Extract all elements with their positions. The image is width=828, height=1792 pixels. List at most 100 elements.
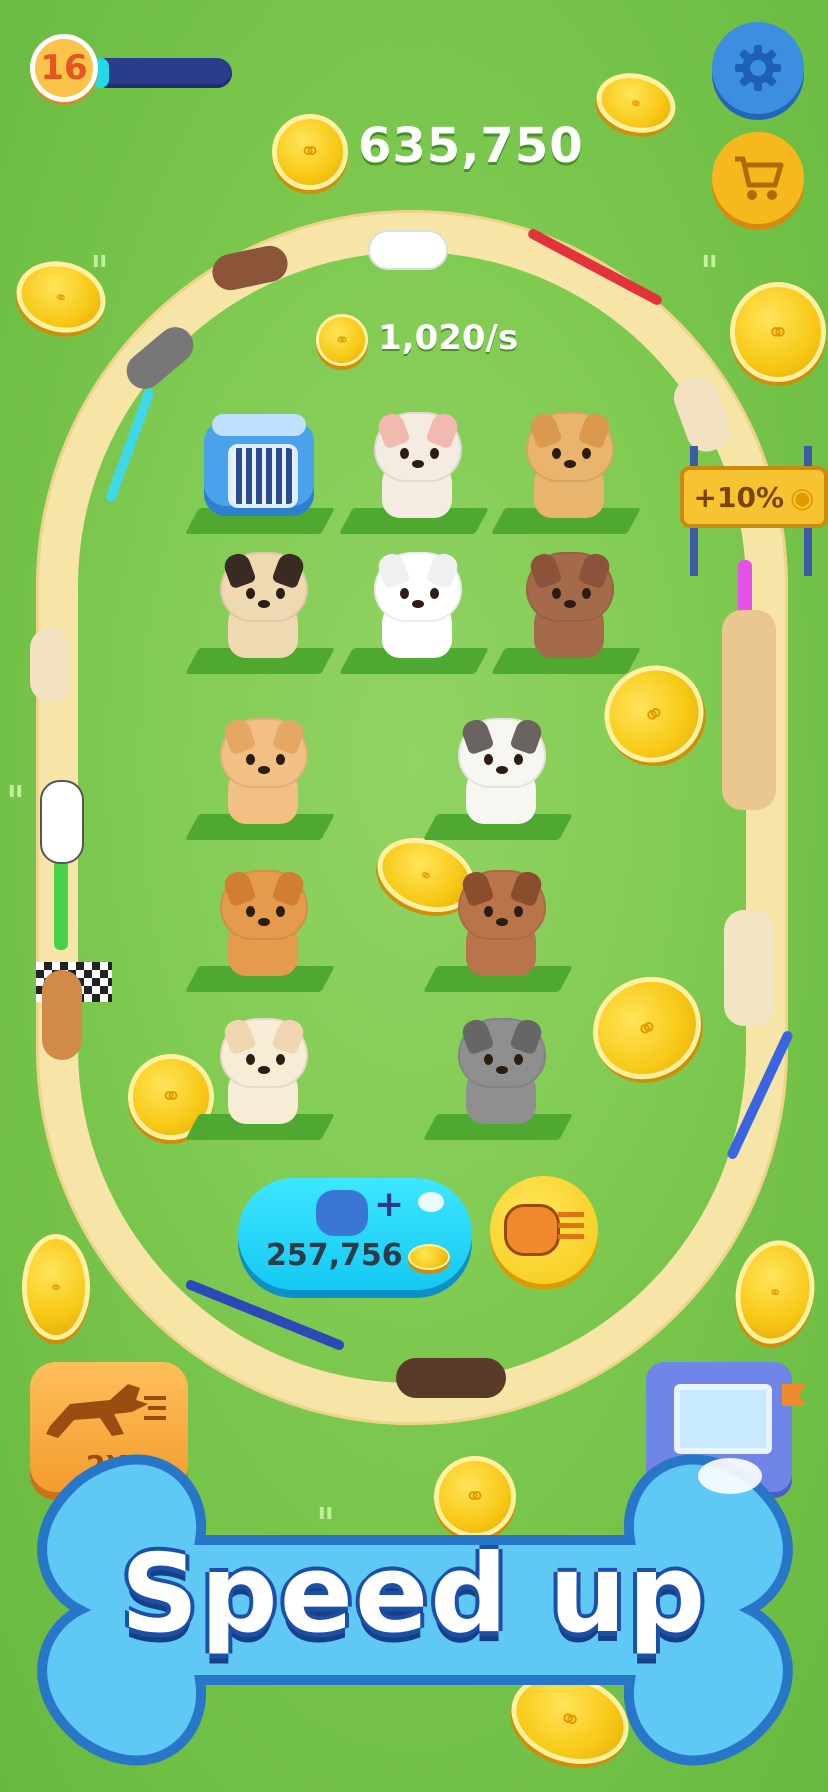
dog-eye [514,906,523,917]
dog-eye [246,588,255,599]
dog-ear [271,868,307,908]
merge-slot[interactable] [184,384,335,534]
shop-button[interactable] [712,132,804,224]
merge-slot[interactable] [490,384,641,534]
dog-ear [527,550,563,590]
dog-poodle[interactable] [520,548,616,658]
pet-carrier-icon[interactable] [204,414,314,516]
merge-slot[interactable] [338,524,489,674]
dog-schnauzer[interactable] [452,1014,548,1124]
dog-nose [564,600,576,608]
dog-head [458,716,546,788]
merge-slot[interactable] [338,384,489,534]
dog-shiba-inu[interactable] [214,714,310,824]
dog-nose [496,766,508,774]
racing-dog [40,780,84,864]
bone-icon: ⚭ [635,693,673,735]
racing-dog [722,610,776,810]
dog-golden-retriever[interactable] [520,408,616,518]
dog-eye [514,1054,523,1065]
floating-coin[interactable]: ⚭ [22,1234,90,1340]
dog-head [220,1016,308,1088]
dog-labrador[interactable] [214,1014,310,1124]
dog-eye [246,906,255,917]
dog-french-bulldog[interactable] [368,408,464,518]
coin-balance: 635,750 [358,118,584,174]
dog-nose [564,460,576,468]
bone-icon: ⚭ [628,1007,666,1049]
dog-ear [527,410,563,450]
dog-beagle[interactable] [452,866,548,976]
racing-dog [368,230,448,270]
merge-slot[interactable] [490,524,641,674]
merge-slot[interactable] [184,842,335,992]
dog-nose [258,600,270,608]
racing-dog [30,628,70,702]
dog-eye [582,448,591,459]
bookmark-icon [782,1384,806,1406]
bonus-gate: +10% ◉ [680,436,828,576]
plus-icon: + [374,1184,405,1225]
dog-eye [276,754,285,765]
dog-ear [221,1016,257,1056]
racing-dog [42,970,82,1060]
cart-icon [735,156,784,200]
dog-nose [412,600,424,608]
dog-head [220,716,308,788]
dog-nose [412,460,424,468]
dog-corgi[interactable] [214,866,310,976]
coin-icon: ◉ [790,480,815,514]
carrier-handle [212,414,306,436]
merge-slot[interactable] [422,690,573,840]
racing-dog [724,910,774,1026]
coin-icon [408,1244,450,1270]
buy-dog-button[interactable]: + 257,756 [238,1178,472,1290]
buy-dog-price: 257,756 [266,1238,403,1273]
dog-eye [400,588,409,599]
bone-icon: ⚭ [334,329,350,351]
dog-eye [552,448,561,459]
dog-ear [577,410,613,450]
grass-tuft: ıı [92,248,108,273]
dog-eye [484,1054,493,1065]
dog-eye [484,754,493,765]
dog-ear [271,550,307,590]
bone-icon: ⚭ [49,1277,63,1297]
floating-coin[interactable]: ⚭ [727,1234,823,1350]
merge-slot[interactable] [184,524,335,674]
dog-ear [221,716,257,756]
bone-icon: ⚭ [299,137,321,167]
dog-ear [577,550,613,590]
dog-bull-terrier[interactable] [452,714,548,824]
dog-pug[interactable] [214,548,310,658]
dog-nose [258,766,270,774]
floating-coin[interactable]: ⚭ [730,282,826,382]
merge-slot[interactable] [184,690,335,840]
dog-ear [221,550,257,590]
merge-slot[interactable] [184,990,335,1140]
dog-maltese[interactable] [368,548,464,658]
dog-ear [509,868,545,908]
dog-eye [246,754,255,765]
merge-slot[interactable] [422,842,573,992]
bone-icon: ⚭ [160,1082,182,1112]
dog-collection-button[interactable] [490,1176,598,1284]
dog-eye [430,448,439,459]
bonus-gate-sign: +10% ◉ [680,466,828,528]
dog-head [374,550,462,622]
dog-head [458,868,546,940]
dog-ear [509,716,545,756]
coin-icon: ⚭ [316,314,368,366]
dog-ear [459,868,495,908]
merge-slot[interactable] [422,990,573,1140]
speed-trail-green [54,860,68,950]
dog-eye [582,588,591,599]
shiba-face-icon [504,1204,560,1256]
settings-button[interactable] [712,22,804,114]
carrier-door [228,444,298,508]
dog-eye [276,588,285,599]
dog-ear [271,1016,307,1056]
dog-ear [459,716,495,756]
floating-coin[interactable]: ⚭ [590,65,682,141]
list-icon [558,1212,584,1244]
